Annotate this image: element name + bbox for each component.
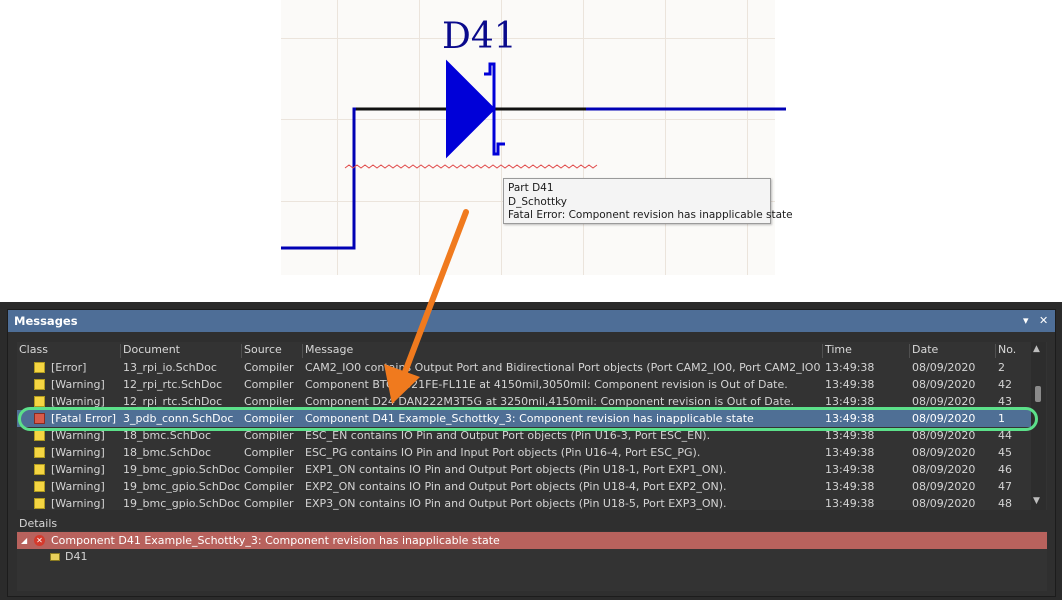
cell-source: Compiler <box>244 378 294 391</box>
header-col-class[interactable]: Class <box>19 342 48 358</box>
cell-time: 13:49:38 <box>825 361 875 374</box>
cell-source: Compiler <box>244 480 294 493</box>
cell-message: CAM2_IO0 contains Output Port and Bidire… <box>305 361 820 374</box>
cell-time: 13:49:38 <box>825 446 875 459</box>
header-separator[interactable] <box>302 344 303 358</box>
expand-triangle-icon[interactable]: ◢ <box>21 532 27 549</box>
cell-document: 12_rpi_rtc.SchDoc <box>123 378 223 391</box>
header-separator[interactable] <box>995 344 996 358</box>
warning-icon <box>34 379 45 390</box>
detail-child-label: D41 <box>65 550 88 563</box>
cell-no: 46 <box>998 463 1012 476</box>
cell-message: EXP3_ON contains IO Pin and Output Port … <box>305 497 727 510</box>
cell-date: 08/09/2020 <box>912 497 976 510</box>
cell-message: EXP1_ON contains IO Pin and Output Port … <box>305 463 727 476</box>
cell-no: 42 <box>998 378 1012 391</box>
error-icon <box>34 362 45 373</box>
cell-class: [Warning] <box>51 463 105 476</box>
cell-date: 08/09/2020 <box>912 446 976 459</box>
table-row[interactable]: [Warning] 19_bmc_gpio.SchDoc Compiler EXP2_… <box>17 478 1032 495</box>
component-tooltip: Part D41 D_Schottky Fatal Error: Compone… <box>503 178 793 224</box>
header-col-date[interactable]: Date <box>912 342 938 358</box>
details-label: Details <box>19 517 58 530</box>
cell-message: Component BTC 5621FE-FL11E at 4150mil,30… <box>305 378 788 391</box>
cell-source: Compiler <box>244 463 294 476</box>
cell-document: 19_bmc_gpio.SchDoc <box>123 497 241 510</box>
highlight-outline <box>18 407 1038 431</box>
header-separator[interactable] <box>909 344 910 358</box>
error-icon: ✕ <box>34 535 45 546</box>
header-col-source[interactable]: Source <box>244 342 282 358</box>
header-separator[interactable] <box>241 344 242 358</box>
cell-source: Compiler <box>244 446 294 459</box>
tooltip-part-line: Part D41 <box>508 182 554 194</box>
cell-message: EXP2_ON contains IO Pin and Output Port … <box>305 480 727 493</box>
close-icon[interactable]: ✕ <box>1039 314 1048 327</box>
panel-title: Messages <box>14 314 78 328</box>
warning-icon <box>34 498 45 509</box>
warning-icon <box>34 481 45 492</box>
tooltip-error-line: Fatal Error: Component revision has inap… <box>508 209 793 221</box>
schematic-canvas[interactable]: D41 <box>0 0 1062 300</box>
cell-date: 08/09/2020 <box>912 480 976 493</box>
cell-time: 13:49:38 <box>825 480 875 493</box>
cell-no: 48 <box>998 497 1012 510</box>
warning-icon <box>34 447 45 458</box>
scroll-down-icon[interactable]: ▼ <box>1033 496 1040 506</box>
detail-error-row[interactable]: ◢ ✕ Component D41 Example_Schottky_3: Co… <box>17 532 1047 549</box>
panel-titlebar[interactable]: Messages ▾ ✕ <box>8 310 1055 332</box>
detail-message: Component D41 Example_Schottky_3: Compon… <box>51 534 500 547</box>
cell-document: 18_bmc.SchDoc <box>123 446 211 459</box>
table-row[interactable]: [Warning] 18_bmc.SchDoc Compiler ESC_PG con… <box>17 444 1032 461</box>
cell-date: 08/09/2020 <box>912 463 976 476</box>
cell-no: 47 <box>998 480 1012 493</box>
header-separator[interactable] <box>120 344 121 358</box>
header-separator[interactable] <box>822 344 823 358</box>
cell-document: 19_bmc_gpio.SchDoc <box>123 463 241 476</box>
cell-time: 13:49:38 <box>825 463 875 476</box>
cell-no: 2 <box>998 361 1005 374</box>
header-col-time[interactable]: Time <box>825 342 852 358</box>
details-tree[interactable]: ◢ ✕ Component D41 Example_Schottky_3: Co… <box>17 531 1047 591</box>
header-col-message[interactable]: Message <box>305 342 353 358</box>
cell-class: [Warning] <box>51 446 105 459</box>
cell-source: Compiler <box>244 497 294 510</box>
cell-time: 13:49:38 <box>825 497 875 510</box>
table-row[interactable]: [Warning] 19_bmc_gpio.SchDoc Compiler EXP3_… <box>17 495 1032 510</box>
cell-time: 13:49:38 <box>825 378 875 391</box>
tooltip-type-line: D_Schottky <box>508 195 568 208</box>
cell-document: 19_bmc_gpio.SchDoc <box>123 480 241 493</box>
warning-icon <box>34 464 45 475</box>
scrollbar-thumb[interactable] <box>1035 386 1041 402</box>
cell-class: [Warning] <box>51 480 105 493</box>
cell-no: 45 <box>998 446 1012 459</box>
pin-dropdown-icon[interactable]: ▾ <box>1023 314 1029 327</box>
header-col-no[interactable]: No. <box>998 342 1016 358</box>
warning-icon <box>34 396 45 407</box>
cell-message: ESC_PG contains IO Pin and Input Port ob… <box>305 446 701 459</box>
cell-date: 08/09/2020 <box>912 361 976 374</box>
warning-icon <box>34 430 45 441</box>
table-row[interactable]: [Warning] 12_rpi_rtc.SchDoc Compiler Compon… <box>17 376 1032 393</box>
scroll-up-icon[interactable]: ▲ <box>1033 344 1040 354</box>
cell-class: [Warning] <box>51 378 105 391</box>
component-icon <box>50 553 60 561</box>
table-row[interactable]: [Error] 13_rpi_io.SchDoc Compiler CAM2_IO0 … <box>17 359 1032 376</box>
header-col-document[interactable]: Document <box>123 342 180 358</box>
cell-class: [Warning] <box>51 497 105 510</box>
cell-date: 08/09/2020 <box>912 378 976 391</box>
designator-label: D41 <box>442 16 517 57</box>
table-row[interactable]: [Warning] 19_bmc_gpio.SchDoc Compiler EXP1_… <box>17 461 1032 478</box>
cell-class: [Error] <box>51 361 87 374</box>
cell-document: 13_rpi_io.SchDoc <box>123 361 217 374</box>
cell-source: Compiler <box>244 361 294 374</box>
